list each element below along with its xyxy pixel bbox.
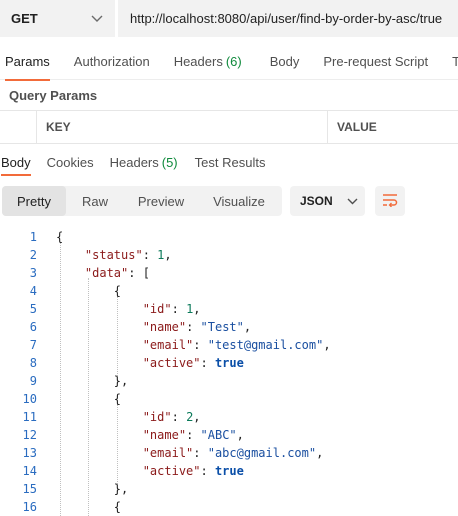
line-number: 3 (29, 266, 37, 280)
tab-label: Authorization (73, 54, 150, 69)
code-text: "status": 1, (84, 248, 172, 262)
code-line: 16 { (0, 498, 458, 516)
code-line: 11 "id": 2, (0, 408, 458, 426)
code-line: 13 "email": "abc@gmail.com", (0, 444, 458, 462)
code-text: }, (56, 374, 129, 388)
request-bar: GET http://localhost:8080/api/user/find-… (0, 0, 458, 37)
code-line: 8 "active": true (0, 354, 458, 372)
resp-tab-body[interactable]: Body (1, 148, 31, 176)
tab-label: Te (452, 54, 458, 69)
code-line: 14 "active": true (0, 462, 458, 480)
code-line: 5 "id": 1, (0, 300, 458, 318)
tab-body[interactable]: Body (270, 44, 300, 80)
code-text: "data": [ (84, 266, 150, 280)
code-line: 6 "name": "Test", (0, 318, 458, 336)
method-label: GET (11, 11, 38, 26)
tab-tests[interactable]: Te (452, 44, 458, 80)
chevron-down-icon (347, 198, 358, 205)
code-line: 12 "name": "ABC", (0, 426, 458, 444)
view-raw-button[interactable]: Raw (66, 186, 124, 216)
tab-label: Cookies (46, 154, 94, 170)
tab-label: Params (5, 54, 50, 69)
resp-tab-cookies[interactable]: Cookies (47, 148, 94, 176)
params-key-header: KEY (37, 111, 328, 143)
params-value-header: VALUE (337, 120, 377, 134)
params-check-column (0, 111, 37, 143)
tab-params[interactable]: Params (5, 44, 50, 81)
code-line: 7 "email": "test@gmail.com", (0, 336, 458, 354)
code-line: 2 "status": 1, (0, 246, 458, 264)
tab-pre-request-script[interactable]: Pre-request Script (323, 44, 428, 80)
line-number: 13 (22, 446, 37, 460)
tab-count: (6) (225, 54, 242, 69)
format-select[interactable]: JSON (290, 186, 365, 216)
code-text: "email": "abc@gmail.com", (142, 446, 324, 460)
format-label: JSON (300, 194, 333, 208)
code-line: 1{ (0, 228, 458, 246)
tab-label: Body (1, 154, 31, 170)
line-number: 16 (22, 500, 37, 514)
tab-label: Headers (109, 154, 159, 170)
code-line: 4 { (0, 282, 458, 300)
url-input[interactable]: http://localhost:8080/api/user/find-by-o… (118, 0, 458, 37)
code-text: { (56, 392, 122, 406)
line-number: 11 (22, 410, 37, 424)
code-line: 3 "data": [ (0, 264, 458, 282)
code-text: { (56, 500, 122, 514)
tab-headers[interactable]: Headers (6) (174, 44, 242, 80)
line-number: 14 (22, 464, 37, 478)
line-number: 4 (29, 284, 37, 298)
chevron-down-icon (85, 15, 109, 23)
tab-authorization[interactable]: Authorization (74, 44, 150, 80)
query-params-table: KEY VALUE (0, 110, 458, 144)
view-visualize-button[interactable]: Visualize (198, 186, 280, 216)
resp-tab-headers[interactable]: Headers (5) (110, 148, 178, 176)
line-number: 8 (29, 356, 37, 370)
code-text: "id": 1, (142, 302, 201, 316)
code-line: 10 { (0, 390, 458, 408)
line-number: 1 (29, 230, 37, 244)
tab-count: (5) (161, 154, 178, 170)
view-pretty-button[interactable]: Pretty (2, 186, 66, 216)
tab-label: Test Results (194, 154, 266, 170)
code-text: { (56, 230, 64, 244)
tab-label: Headers (173, 54, 223, 69)
code-text: "name": "Test", (142, 320, 252, 334)
code-text: "id": 2, (142, 410, 201, 424)
tab-label: Body (269, 54, 300, 69)
code-line: 9 }, (0, 372, 458, 390)
code-text: "active": true (142, 356, 244, 370)
line-number: 15 (22, 482, 37, 496)
view-preview-button[interactable]: Preview (124, 186, 198, 216)
response-body-code[interactable]: 1{2 "status": 1, 3 "data": [4 {5 "id": 1,… (0, 228, 458, 516)
line-number: 7 (29, 338, 37, 352)
wrap-lines-button[interactable] (375, 186, 405, 216)
view-mode-switcher: Pretty Raw Preview Visualize (2, 186, 282, 216)
code-text: "name": "ABC", (142, 428, 244, 442)
resp-tab-test-results[interactable]: Test Results (195, 148, 266, 176)
method-select[interactable]: GET (0, 0, 116, 37)
line-number: 2 (29, 248, 37, 262)
line-number: 10 (22, 392, 37, 406)
tab-label: Pre-request Script (323, 54, 429, 69)
code-text: { (56, 284, 122, 298)
request-tabs: Params Authorization Headers (6) Body Pr… (0, 44, 458, 81)
code-text: "email": "test@gmail.com", (142, 338, 331, 352)
line-number: 6 (29, 320, 37, 334)
line-number: 9 (29, 374, 37, 388)
code-text: "active": true (142, 464, 244, 478)
line-number: 5 (29, 302, 37, 316)
query-params-title: Query Params (9, 88, 98, 103)
response-tabs: Body Cookies Headers (5) Test Results (0, 148, 458, 176)
code-text: }, (56, 482, 129, 496)
line-number: 12 (22, 428, 37, 442)
code-line: 15 }, (0, 480, 458, 498)
wrap-lines-icon (382, 193, 398, 210)
